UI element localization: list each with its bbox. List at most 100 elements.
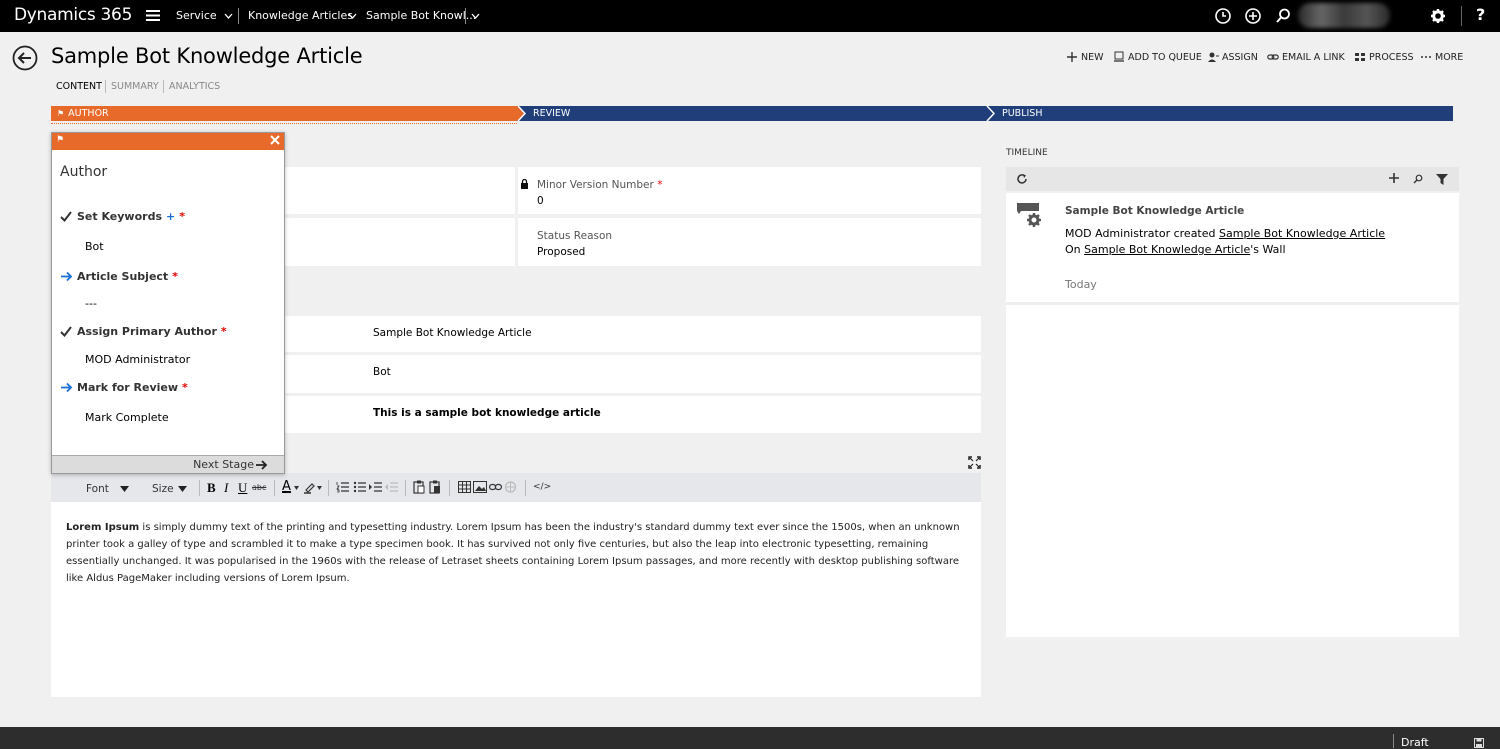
add-to-queue-button[interactable]: ADD TO QUEUE — [1113, 51, 1202, 63]
bullet-list-icon[interactable] — [353, 481, 366, 493]
tab-summary[interactable]: SUMMARY — [111, 81, 159, 92]
toolbar-divider — [274, 480, 275, 496]
caret-down-icon[interactable] — [294, 486, 299, 490]
step-set-keywords[interactable]: Set Keywords + * — [60, 210, 185, 223]
email-link-label: EMAIL A LINK — [1282, 51, 1345, 63]
size-dropdown[interactable]: Size — [144, 481, 190, 496]
more-icon — [1421, 56, 1431, 58]
next-stage-button[interactable]: Next Stage — [193, 458, 268, 471]
stage-author[interactable]: ⚑ AUTHOR — [51, 106, 517, 121]
tab-analytics[interactable]: ANALYTICS — [169, 81, 220, 92]
underline-icon[interactable]: U — [238, 480, 247, 496]
timeline-toolbar — [1006, 167, 1459, 191]
stage-publish[interactable]: PUBLISH — [986, 106, 1453, 121]
minor-version-label: Minor Version Number * — [537, 179, 662, 191]
settings-icon[interactable] — [1429, 7, 1447, 25]
step-value[interactable]: Bot — [85, 240, 104, 253]
status-bar — [0, 727, 1500, 749]
search-icon[interactable] — [1413, 174, 1423, 184]
tab-content[interactable]: CONTENT — [56, 81, 102, 92]
add-icon[interactable] — [1388, 172, 1400, 184]
required-marker: * — [179, 210, 185, 223]
step-value[interactable]: Mark Complete — [85, 411, 169, 424]
close-icon[interactable] — [270, 135, 280, 145]
menu-icon[interactable] — [146, 9, 160, 22]
step-value[interactable]: MOD Administrator — [85, 353, 190, 366]
more-button[interactable]: MORE — [1420, 51, 1463, 63]
timeline-entry-line2-prefix: On — [1065, 243, 1085, 256]
article-content-editor[interactable]: Lorem Ipsum is simply dummy text of the … — [51, 502, 981, 697]
link-icon[interactable] — [489, 483, 502, 491]
breadcrumb-current-record[interactable]: Sample Bot Knowl... — [366, 9, 476, 22]
chevron-down-icon[interactable] — [224, 12, 233, 20]
breadcrumb-service[interactable]: Service — [176, 9, 217, 22]
assign-button[interactable]: ASSIGN — [1207, 51, 1258, 63]
record-status: Draft — [1401, 736, 1429, 749]
email-link-button[interactable]: EMAIL A LINK — [1267, 51, 1345, 63]
required-marker: * — [657, 179, 663, 191]
stage-chevron — [986, 106, 996, 121]
caret-down-icon[interactable] — [317, 486, 322, 490]
font-color-icon[interactable]: A — [282, 479, 291, 494]
table-icon[interactable] — [458, 481, 471, 493]
step-assign-primary-author[interactable]: Assign Primary Author * — [60, 325, 227, 338]
refresh-icon[interactable] — [1016, 173, 1028, 185]
checkmark-icon — [60, 326, 72, 337]
assign-icon — [1208, 52, 1219, 62]
stage-flyout: ⚑ Author Set Keywords + * Bot Article Su… — [51, 132, 285, 474]
chevron-down-icon[interactable] — [471, 12, 480, 20]
highlight-icon[interactable] — [303, 481, 316, 494]
stage-review[interactable]: REVIEW — [517, 106, 986, 121]
user-profile-button[interactable] — [1298, 3, 1390, 28]
source-code-icon[interactable]: </> — [533, 482, 551, 492]
font-dropdown[interactable]: Font — [66, 481, 132, 496]
filter-icon[interactable] — [1436, 174, 1448, 185]
paste-icon[interactable] — [413, 480, 425, 494]
help-icon[interactable]: ? — [1476, 5, 1485, 24]
back-button[interactable] — [12, 45, 38, 71]
paste-text-icon[interactable] — [429, 480, 441, 494]
article-body-bold-lead: Lorem Ipsum — [66, 522, 140, 533]
expand-icon[interactable] — [968, 456, 981, 469]
history-icon[interactable] — [1214, 7, 1232, 25]
save-icon[interactable] — [1474, 738, 1484, 748]
timeline-wall-link[interactable]: Sample Bot Knowledge Article — [1084, 243, 1250, 256]
process-button[interactable]: PROCESS — [1354, 51, 1414, 63]
tab-divider — [105, 80, 106, 93]
description-value: This is a sample bot knowledge article — [373, 407, 601, 419]
assign-label: ASSIGN — [1222, 51, 1258, 63]
stage-chevron — [517, 106, 527, 121]
required-marker: * — [172, 270, 178, 283]
app-title[interactable]: Dynamics 365 — [14, 5, 132, 25]
italic-icon[interactable]: I — [224, 480, 228, 496]
next-stage-label: Next Stage — [193, 458, 254, 471]
step-value[interactable]: --- — [85, 297, 97, 310]
status-divider — [1393, 734, 1394, 748]
step-mark-for-review[interactable]: Mark for Review * — [60, 381, 188, 394]
outdent-icon[interactable] — [385, 481, 398, 493]
strikethrough-icon[interactable]: abc — [252, 483, 266, 492]
toolbar-divider — [525, 480, 526, 496]
chevron-down-icon[interactable] — [348, 12, 357, 20]
process-icon — [1355, 53, 1365, 61]
step-article-subject[interactable]: Article Subject * — [60, 270, 178, 283]
numbered-list-icon[interactable] — [336, 481, 349, 493]
indent-icon[interactable] — [369, 481, 382, 493]
add-circle-icon[interactable] — [1244, 7, 1262, 25]
required-marker: * — [220, 325, 227, 338]
minor-version-value: 0 — [537, 195, 544, 207]
breadcrumb-knowledge-articles[interactable]: Knowledge Articles — [248, 9, 353, 22]
required-marker: * — [182, 381, 188, 394]
step-label: Mark for Review — [77, 381, 179, 394]
image-icon[interactable] — [473, 481, 487, 493]
unlink-icon[interactable] — [504, 481, 517, 493]
new-button[interactable]: NEW — [1066, 51, 1104, 63]
search-icon[interactable] — [1274, 7, 1292, 25]
step-label: Assign Primary Author — [77, 325, 217, 338]
bold-icon[interactable]: B — [207, 480, 216, 496]
checkmark-icon — [60, 211, 72, 222]
arrow-right-icon — [256, 459, 268, 470]
article-body-text[interactable]: Lorem Ipsum is simply dummy text of the … — [66, 519, 966, 587]
timeline-entry-time: Today — [1065, 278, 1097, 291]
timeline-record-link[interactable]: Sample Bot Knowledge Article — [1219, 227, 1385, 240]
